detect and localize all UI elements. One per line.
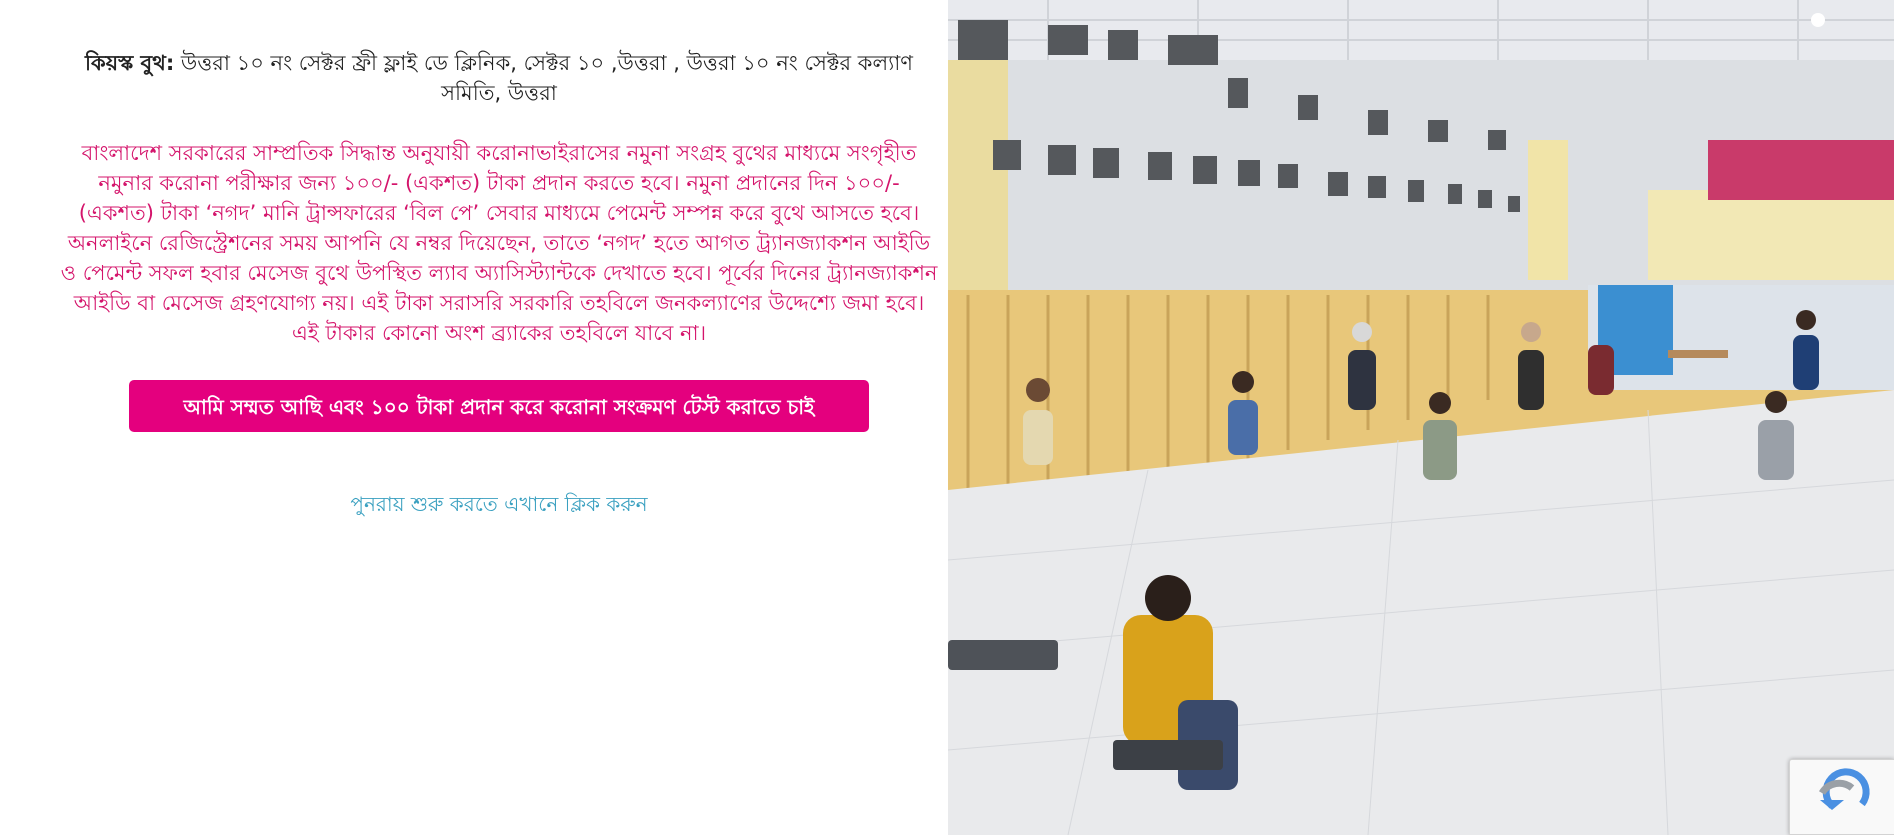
kiosk-booth-info: কিয়স্ক বুথ: উত্তরা ১০ নং সেক্টর ফ্রী ফ্…	[58, 48, 940, 108]
recaptcha-icon	[1819, 768, 1870, 810]
consent-panel: কিয়স্ক বুথ: উত্তরা ১০ নং সেক্টর ফ্রী ফ্…	[0, 0, 948, 835]
kiosk-booth-label: কিয়স্ক বুথ:	[85, 51, 175, 75]
sample-collection-hall-image	[948, 0, 1894, 835]
kiosk-booth-location: উত্তরা ১০ নং সেক্টর ফ্রী ফ্লাই ডে ক্লিনি…	[174, 51, 913, 105]
recaptcha-badge[interactable]	[1789, 759, 1894, 835]
consent-pay-button[interactable]: আমি সম্মত আছি এবং ১০০ টাকা প্রদান করে কর…	[129, 380, 869, 432]
page: কিয়স্ক বুথ: উত্তরা ১০ নং সেক্টর ফ্রী ফ্…	[0, 0, 1894, 835]
restart-link[interactable]: পুনরায় শুরু করতে এখানে ক্লিক করুন	[58, 490, 940, 523]
booth-photo	[948, 0, 1894, 835]
payment-notice: বাংলাদেশ সরকারের সাম্প্রতিক সিদ্ধান্ত অন…	[60, 141, 938, 345]
